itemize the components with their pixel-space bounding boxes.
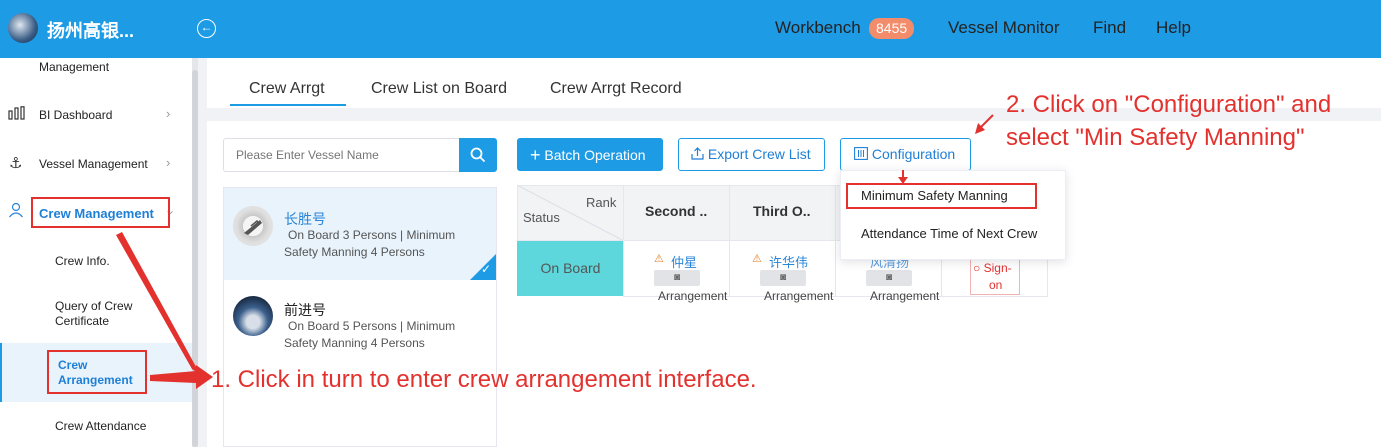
tab-crew-list-on-board[interactable]: Crew List on Board — [371, 80, 507, 98]
vessel-info: On Board 5 Persons | Minimum — [288, 319, 456, 333]
annotation-step-2-line-1: 2. Click on "Configuration" and — [1006, 91, 1332, 118]
rank-header: Rank — [586, 195, 617, 210]
arrangement-button[interactable]: ◙ — [654, 270, 700, 286]
search-icon — [470, 147, 486, 163]
sidebar-active-indicator — [0, 343, 2, 402]
sidebar-subitem-crew-certificate[interactable]: Query of Crew Certificate — [55, 299, 165, 329]
warning-icon: ⚠ — [752, 253, 762, 265]
annotation-step-1: 1. Click in turn to enter crew arrangeme… — [211, 366, 757, 393]
crew-name-link[interactable]: 仲星 — [671, 252, 697, 271]
export-crew-list-label: Export Crew List — [707, 146, 811, 162]
annotation-box-crew-arrangement — [47, 350, 147, 394]
arrow-left-circle-icon[interactable]: ← — [197, 19, 216, 38]
warning-icon: ⚠ — [654, 253, 664, 265]
menu-item-attendance-time[interactable]: Attendance Time of Next Crew — [861, 226, 1037, 241]
vessel-name: 长胜号 — [284, 211, 326, 227]
nav-vessel-monitor[interactable]: Vessel Monitor — [948, 18, 1060, 38]
sign-on-label: ○ Sign- — [973, 261, 1012, 275]
arrangement-button[interactable]: ◙ — [866, 270, 912, 286]
arrangement-label[interactable]: Arrangement — [764, 289, 833, 303]
nav-find[interactable]: Find — [1093, 18, 1126, 38]
column-header-third: Third O.. — [753, 203, 811, 219]
tab-crew-arrgt[interactable]: Crew Arrgt — [249, 80, 325, 98]
tab-crew-arrgt-record[interactable]: Crew Arrgt Record — [550, 80, 682, 98]
vessel-info: Safety Manning 4 Persons — [284, 336, 425, 350]
sidebar-subitem-crew-info[interactable]: Crew Info. — [55, 254, 110, 268]
sidebar-item-vessel-management[interactable]: Vessel Management — [39, 157, 148, 171]
status-header: Status — [523, 210, 560, 225]
nav-workbench[interactable]: Workbench — [775, 18, 861, 38]
vessel-info: Safety Manning 4 Persons — [284, 245, 425, 259]
vessel-avatar — [233, 296, 273, 336]
vessel-info: On Board 3 Persons | Minimum — [288, 228, 456, 242]
annotation-box-minimum-safety-manning — [846, 183, 1037, 209]
anchor-icon: ⚓ — [9, 155, 23, 172]
column-header-second: Second .. — [645, 203, 708, 219]
company-logo — [8, 13, 38, 43]
nav-help[interactable]: Help — [1156, 18, 1191, 38]
batch-operation-label: Batch Operation — [544, 147, 646, 163]
sidebar-management-label[interactable]: Management — [39, 60, 109, 74]
sidebar-scrollbar-thumb[interactable] — [192, 70, 198, 447]
sidebar-item-bi-dashboard[interactable]: BI Dashboard — [39, 108, 112, 122]
user-icon: ○ — [973, 261, 981, 275]
configuration-label: Configuration — [871, 146, 956, 162]
arrangement-label[interactable]: Arrangement — [870, 289, 939, 303]
user-icon — [8, 202, 24, 221]
batch-operation-button[interactable]: + Batch Operation — [517, 138, 663, 171]
status-on-board: On Board — [517, 241, 624, 296]
annotation-box-crew-management — [31, 197, 170, 228]
configuration-button[interactable]: Configuration — [840, 138, 971, 171]
active-tab-underline — [230, 104, 346, 106]
arrangement-button[interactable]: ◙ — [760, 270, 806, 286]
export-icon — [691, 146, 708, 162]
search-button[interactable] — [459, 138, 497, 172]
vessel-search-input[interactable] — [223, 138, 459, 172]
sign-on-label-2: on — [989, 278, 1003, 292]
plus-icon: + — [530, 145, 541, 165]
settings-sliders-icon — [854, 146, 872, 162]
arrangement-label[interactable]: Arrangement — [658, 289, 727, 303]
check-icon: ✓ — [481, 262, 492, 276]
export-crew-list-button[interactable]: Export Crew List — [678, 138, 825, 171]
bar-chart-icon — [8, 106, 25, 123]
app-title: 扬州高银... — [47, 21, 135, 41]
vessel-avatar — [233, 206, 273, 246]
sidebar-subitem-crew-attendance[interactable]: Crew Attendance — [55, 419, 146, 433]
chevron-right-icon: › — [166, 155, 171, 170]
crew-name-link[interactable]: 许华伟 — [769, 252, 808, 271]
chevron-right-icon: › — [166, 106, 171, 121]
annotation-step-2-line-2: select "Min Safety Manning" — [1006, 124, 1305, 151]
vessel-name: 前进号 — [284, 302, 326, 318]
workbench-badge: 8455 — [869, 18, 915, 39]
